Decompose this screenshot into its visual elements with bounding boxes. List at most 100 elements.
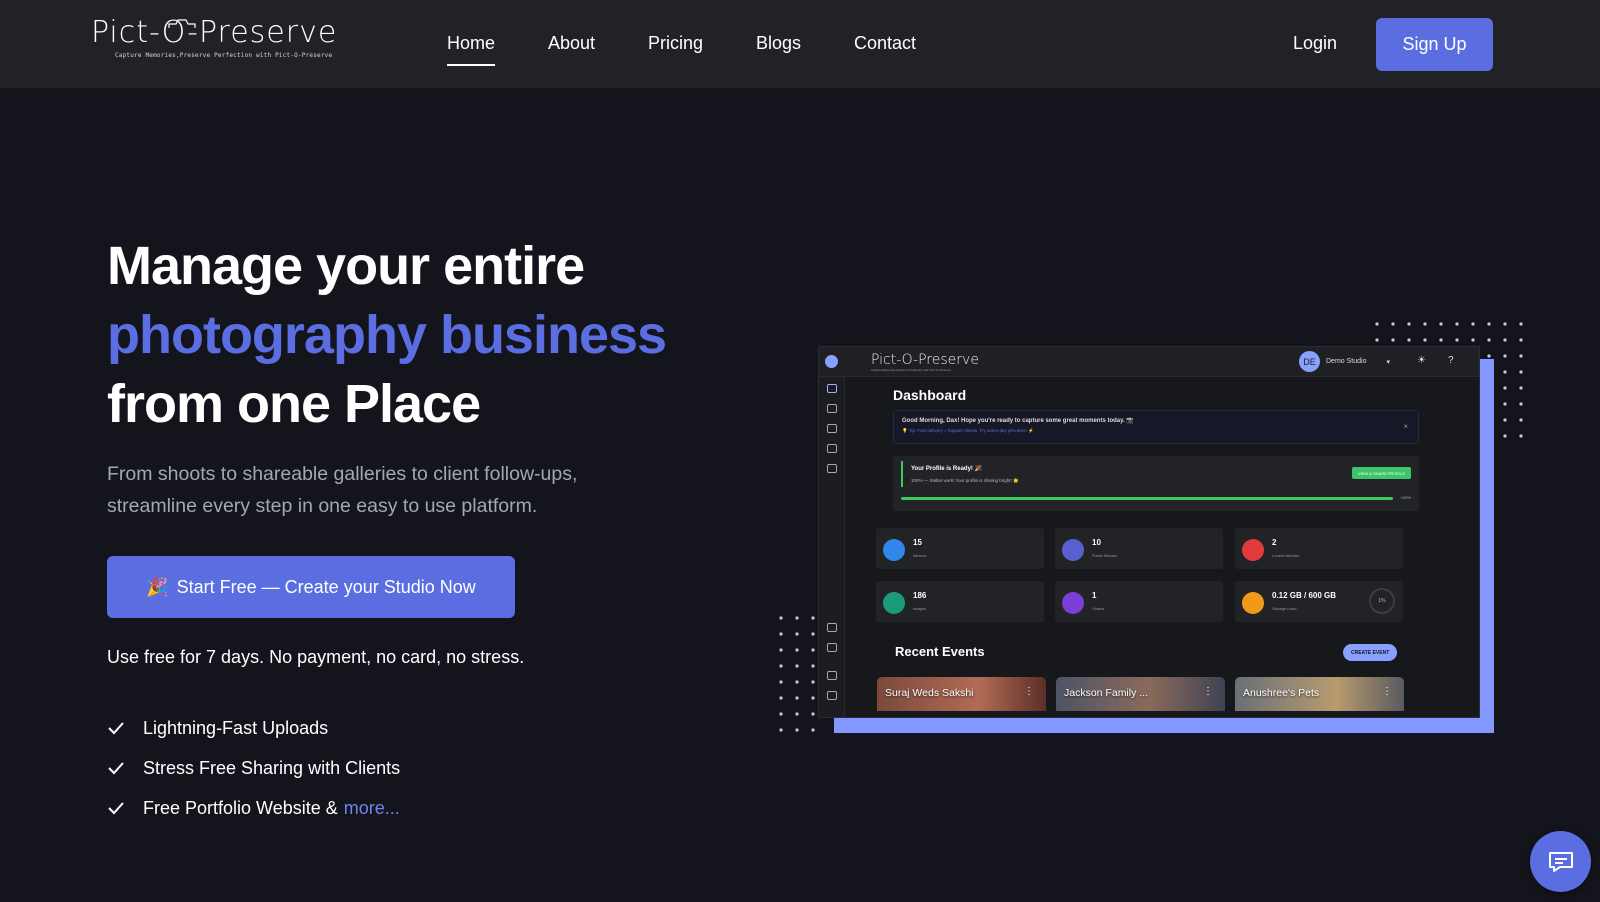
logout-icon bbox=[827, 691, 837, 700]
start-free-label: Start Free — Create your Studio Now bbox=[176, 576, 476, 597]
stat-value: 186 bbox=[913, 591, 927, 600]
logo[interactable]: Pict-O-Preserve Capture Memories,Preserv… bbox=[91, 18, 351, 70]
studio-name: Demo Studio bbox=[1326, 358, 1367, 365]
video-icon bbox=[1062, 592, 1084, 614]
image-icon bbox=[827, 424, 837, 433]
stat-card-locked-albums: 2 Locked Albums bbox=[1235, 528, 1403, 569]
stat-label: Locked Albums bbox=[1272, 553, 1300, 558]
stat-card-videos: 1 Videos bbox=[1055, 581, 1223, 622]
public-album-icon bbox=[1062, 539, 1084, 561]
event-card: Suraj Weds Sakshi ⋮ bbox=[877, 677, 1046, 711]
check-icon bbox=[107, 721, 127, 735]
navbar: Pict-O-Preserve Capture Memories,Preserv… bbox=[0, 0, 1600, 88]
sun-icon: ☀ bbox=[1417, 355, 1426, 366]
album-icon bbox=[827, 404, 837, 413]
mockup-brand-badge bbox=[825, 355, 838, 368]
nav-link-pricing[interactable]: Pricing bbox=[648, 33, 703, 54]
profile-progress-bar bbox=[901, 497, 1393, 500]
profile-title: Your Profile is Ready! 🎉 bbox=[911, 466, 983, 472]
feature-label: Lightning-Fast Uploads bbox=[143, 717, 329, 738]
mockup-dashboard-heading: Dashboard bbox=[893, 387, 967, 403]
hero-headline: Manage your entire photography business … bbox=[107, 232, 667, 439]
album-icon bbox=[883, 539, 905, 561]
recent-events-heading: Recent Events bbox=[895, 644, 985, 659]
close-icon: × bbox=[1403, 422, 1408, 431]
party-icon: 🎉 bbox=[146, 576, 169, 597]
stat-value: 0.12 GB / 600 GB bbox=[1272, 591, 1337, 600]
stat-label: Albums bbox=[913, 553, 927, 558]
more-options-icon: ⋮ bbox=[1382, 686, 1392, 697]
event-title: Jackson Family ... bbox=[1064, 687, 1149, 699]
image-icon bbox=[883, 592, 905, 614]
stat-label: Images bbox=[913, 606, 927, 611]
event-card: Anushree's Pets ⋮ bbox=[1235, 677, 1404, 711]
logo-title: Pict-O-Preserve bbox=[91, 15, 338, 50]
feature-item: Stress Free Sharing with Clients bbox=[107, 748, 400, 788]
stat-value: 1 bbox=[1092, 591, 1097, 600]
mockup-topbar: Pict-O-Preserve Capture Memories,Preserv… bbox=[819, 347, 1479, 377]
profile-card-icon bbox=[827, 444, 837, 453]
headline-line-1: Manage your entire bbox=[107, 236, 585, 296]
more-options-icon: ⋮ bbox=[1024, 686, 1034, 697]
user-settings-icon bbox=[827, 671, 837, 680]
headline-line-3: from one Place bbox=[107, 374, 481, 434]
stat-value: 2 bbox=[1272, 538, 1277, 547]
sign-up-button[interactable]: Sign Up bbox=[1376, 18, 1493, 71]
nav-link-about[interactable]: About bbox=[548, 33, 595, 54]
help-icon: ? bbox=[1447, 355, 1454, 366]
stat-value: 15 bbox=[913, 538, 922, 547]
feature-item: Free Portfolio Website & more... bbox=[107, 788, 400, 828]
mockup-sidebar bbox=[819, 377, 845, 717]
profile-progress-fill bbox=[901, 497, 1393, 500]
check-icon bbox=[107, 801, 127, 815]
profile-accent-bar bbox=[901, 461, 903, 487]
stat-card-storage: 0.12 GB / 600 GB Storage Used 1% bbox=[1235, 581, 1403, 622]
greeting-banner: Good Morning, Dax! Hope you're ready to … bbox=[893, 410, 1419, 444]
chat-icon bbox=[1548, 851, 1573, 872]
event-title: Suraj Weds Sakshi bbox=[885, 687, 974, 699]
storage-icon bbox=[1242, 592, 1264, 614]
create-event-button: CREATE EVENT bbox=[1343, 644, 1398, 661]
nav-link-blogs[interactable]: Blogs bbox=[756, 33, 801, 54]
view-share-profile-button: VIEW & SHARE PROFILE bbox=[1351, 467, 1411, 479]
event-title: Anushree's Pets bbox=[1243, 687, 1320, 699]
grid-icon bbox=[827, 384, 837, 393]
more-options-icon: ⋮ bbox=[1203, 686, 1213, 697]
storage-ring: 1% bbox=[1369, 588, 1395, 614]
feature-label: Free Portfolio Website & bbox=[143, 797, 338, 818]
feature-item: Lightning-Fast Uploads bbox=[107, 708, 400, 748]
stat-card-public-albums: 10 Public Albums bbox=[1055, 528, 1223, 569]
nav-link-contact[interactable]: Contact bbox=[854, 33, 916, 54]
mockup-logo-tagline: Capture Memories,Preserve Perfection wit… bbox=[871, 368, 952, 372]
feature-list: Lightning-Fast Uploads Stress Free Shari… bbox=[107, 708, 400, 828]
stat-card-images: 186 Images bbox=[876, 581, 1044, 622]
mockup-user-menu: DE Demo Studio ▾ bbox=[1299, 351, 1390, 372]
avatar: DE bbox=[1299, 351, 1320, 372]
feature-label: Stress Free Sharing with Clients bbox=[143, 757, 401, 778]
stat-label: Videos bbox=[1092, 606, 1105, 611]
chevron-down-icon: ▾ bbox=[1386, 358, 1390, 366]
profile-subtitle: 100% — Stellar work! Your profile is shi… bbox=[911, 478, 1019, 483]
login-link[interactable]: Login bbox=[1293, 33, 1337, 54]
mockup-toolbar: ☀ ? bbox=[1417, 355, 1454, 366]
more-link[interactable]: more... bbox=[344, 798, 400, 819]
portfolio-icon bbox=[827, 643, 837, 652]
stat-label: Storage Used bbox=[1272, 606, 1297, 611]
start-free-button[interactable]: 🎉 Start Free — Create your Studio Now bbox=[107, 556, 515, 618]
lock-icon bbox=[1242, 539, 1264, 561]
stat-value: 10 bbox=[1092, 538, 1101, 547]
tip-text: 💡 Tip: Fast delivery = happier clients. … bbox=[902, 428, 1034, 433]
trial-note: Use free for 7 days. No payment, no card… bbox=[107, 647, 525, 667]
camera-icon bbox=[168, 19, 196, 28]
greeting-text: Good Morning, Dax! Hope you're ready to … bbox=[902, 418, 1134, 424]
chat-button[interactable] bbox=[1530, 831, 1591, 892]
storage-icon bbox=[827, 623, 837, 632]
logo-tagline: Capture Memories,Preserve Perfection wit… bbox=[115, 52, 333, 59]
settings-icon bbox=[827, 464, 837, 473]
headline-accent: photography business bbox=[107, 305, 667, 365]
stat-label: Public Albums bbox=[1092, 553, 1118, 558]
hero-subtext: From shoots to shareable galleries to cl… bbox=[107, 463, 578, 517]
nav-link-home[interactable]: Home bbox=[447, 33, 496, 66]
event-card: Jackson Family ... ⋮ bbox=[1056, 677, 1225, 711]
profile-progress-label: 100% bbox=[1400, 495, 1411, 500]
